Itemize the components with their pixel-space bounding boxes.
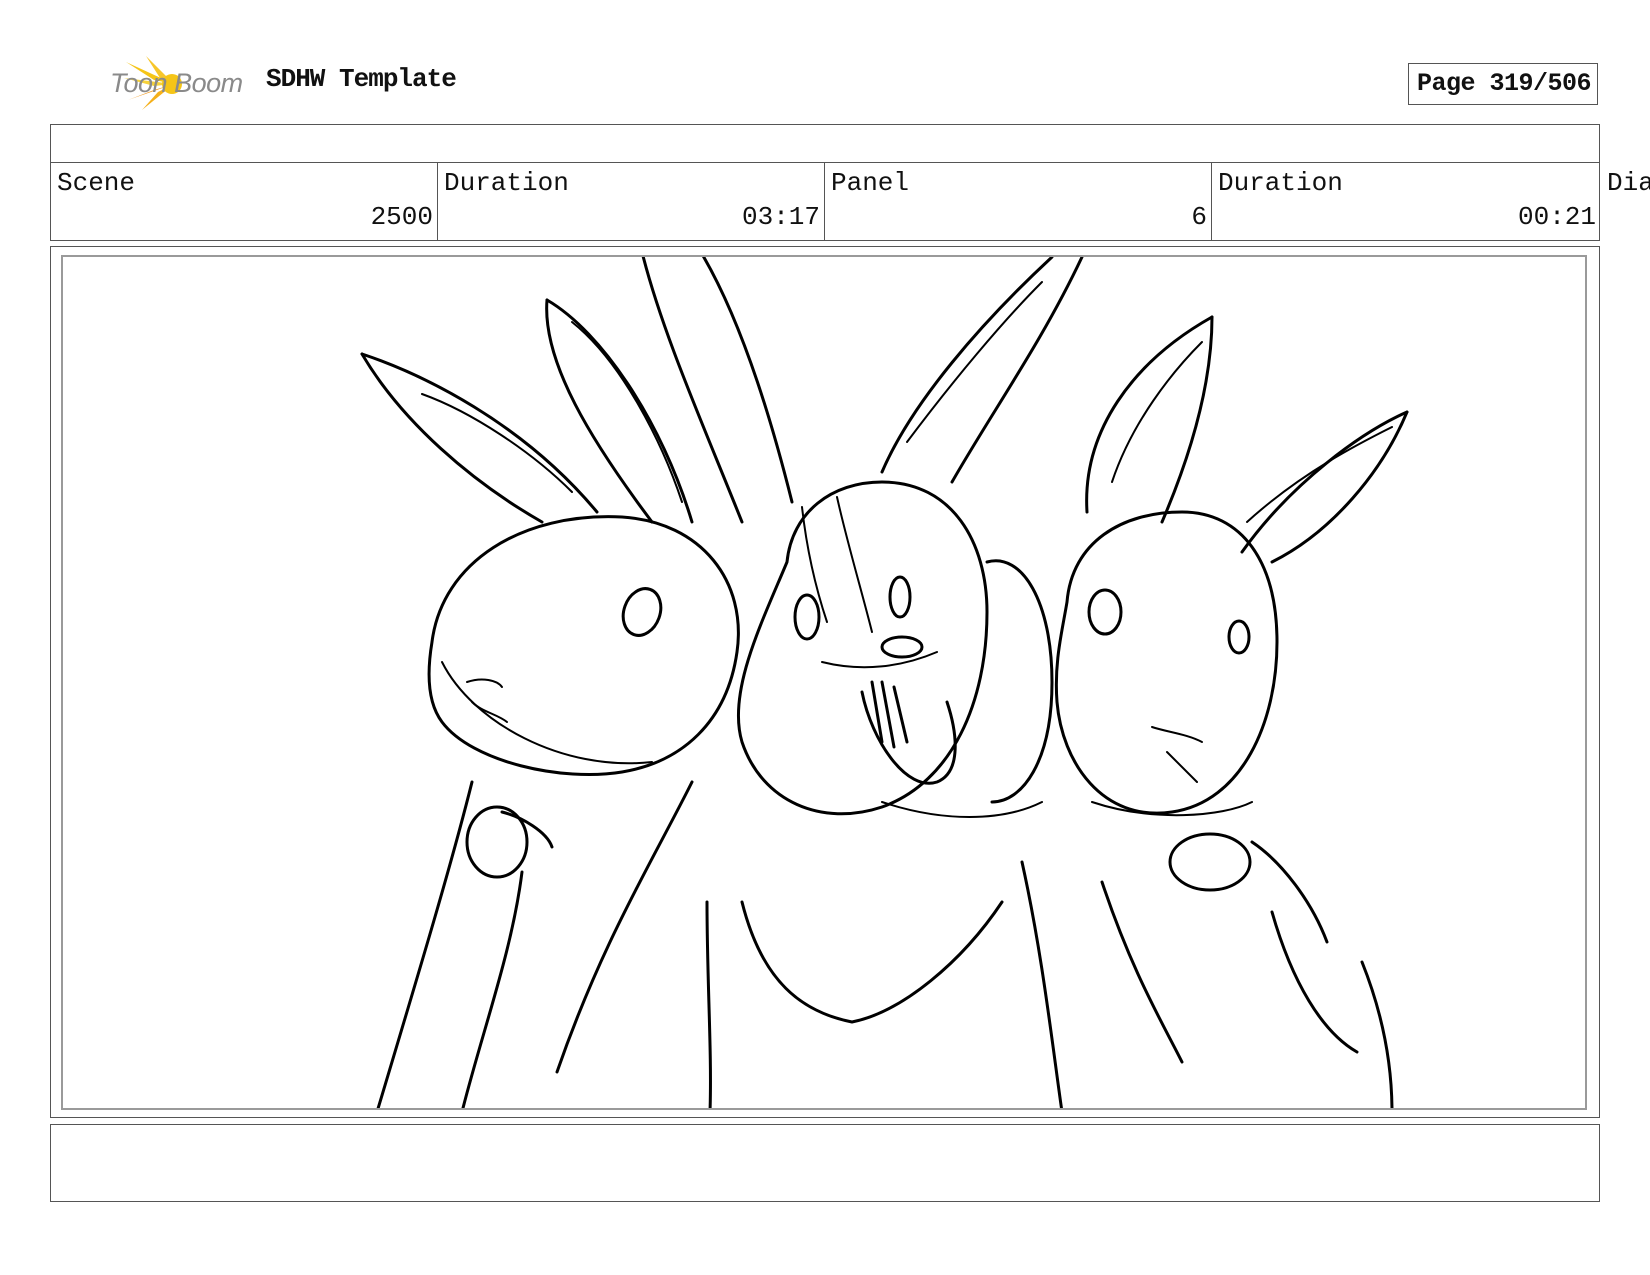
panel-duration-value: 00:21 xyxy=(1517,202,1596,232)
panel-value: 6 xyxy=(1191,202,1207,232)
panel-cell: Panel 6 xyxy=(824,162,1211,241)
scene-duration-value: 03:17 xyxy=(741,202,820,232)
scene-duration-label: Duration xyxy=(444,168,569,198)
rabbits-sketch-icon xyxy=(360,257,1409,1108)
middle-rabbit xyxy=(736,257,1084,1108)
panel-duration-label: Duration xyxy=(1218,168,1343,198)
scene-cell: Scene 2500 xyxy=(50,162,437,241)
document-title: SDHW Template xyxy=(266,64,457,94)
logo-wordmark: Toon Boom xyxy=(110,68,243,98)
panel-label: Panel xyxy=(831,168,910,198)
panel-info-row: Scene 2500 Duration 03:17 Panel 6 Durati… xyxy=(50,162,1650,241)
dialogue-label: Dia xyxy=(1607,168,1650,198)
panel-image xyxy=(61,255,1587,1110)
scene-duration-cell: Duration 03:17 xyxy=(437,162,824,241)
left-rabbit xyxy=(360,257,794,1108)
scene-value: 2500 xyxy=(370,202,433,232)
header-strip xyxy=(50,124,1600,163)
dialogue-cell: Dia xyxy=(1600,162,1650,241)
dialogue-notes-box xyxy=(50,1124,1600,1202)
page-number-label: Page 319/506 xyxy=(1417,69,1592,98)
page-indicator: Page 319/506 xyxy=(1408,63,1598,105)
right-rabbit xyxy=(1054,315,1409,1108)
panel-duration-cell: Duration 00:21 xyxy=(1211,162,1600,241)
scene-label: Scene xyxy=(57,168,136,198)
